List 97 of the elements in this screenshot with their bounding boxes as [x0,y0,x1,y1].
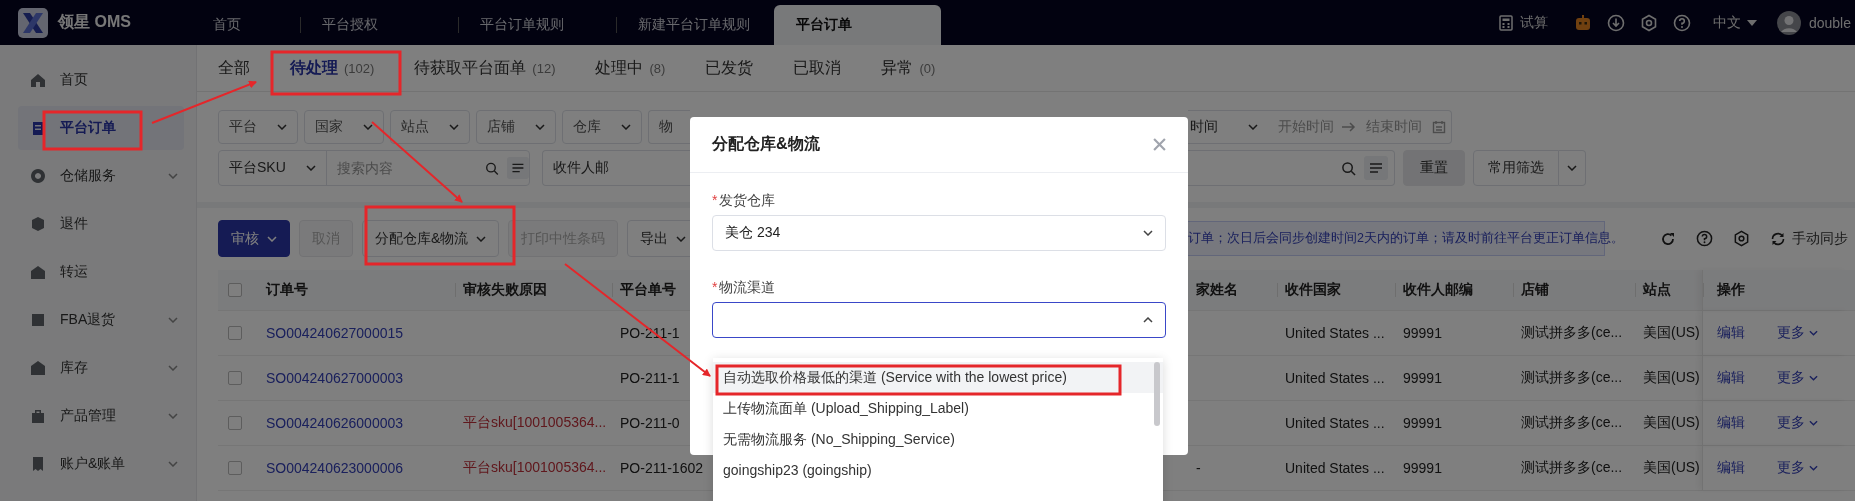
status-tab[interactable]: 异常 (0) [881,57,936,79]
more-link[interactable]: 更多 [1777,414,1805,432]
select-label: 站点 [401,118,429,136]
sidebar-item[interactable]: 平台订单 [18,106,184,150]
table-cell: 美国(US) [1643,459,1700,477]
action-button[interactable]: 导出 [627,220,690,257]
order-link[interactable]: SO004240623000006 [266,460,404,476]
sync-button[interactable]: 手动同步 [1792,229,1848,248]
dropdown-option[interactable]: 上传物流面单 (Upload_Shipping_Label) [713,393,1163,424]
action-button[interactable]: 审核 [218,220,290,257]
filter-select[interactable]: 国家 [304,110,384,144]
table-cell: 99991 [1403,460,1442,476]
dropdown-option[interactable]: 无需物流服务 (No_Shipping_Service) [713,424,1163,455]
column-header: 审核失败原因 [463,281,547,299]
sidebar-item[interactable]: 产品管理 [18,394,184,438]
nav-tab[interactable]: 首页 [190,5,300,45]
column-header: 操作 [1717,281,1745,299]
table-cell: 平台sku[1001005364... [463,414,607,432]
nav-tab[interactable]: 平台订单 [774,5,941,45]
order-link[interactable]: SO004240626000003 [266,415,404,431]
column-header: 站点 [1643,281,1671,299]
more-link[interactable]: 更多 [1777,324,1805,342]
sidebar-item[interactable]: 首页 [18,58,184,102]
column-header: 收件国家 [1285,281,1341,299]
nav-tab[interactable]: 新建平台订单规则 [616,5,774,45]
status-tab[interactable]: 已取消 [793,57,842,79]
status-tab[interactable]: 待获取平台面单 (12) [414,57,556,79]
calculator-link[interactable]: 试算 [1519,13,1548,32]
column-header: 店铺 [1521,281,1549,299]
table-cell: 美国(US) [1643,414,1700,432]
edit-link[interactable]: 编辑 [1717,369,1745,387]
more-link[interactable]: 更多 [1777,459,1805,477]
table-cell: United States ... [1285,415,1385,431]
order-link[interactable]: SO004240627000015 [266,325,404,341]
filter-select[interactable]: 站点 [390,110,470,144]
edit-link[interactable]: 编辑 [1717,459,1745,477]
sidebar-item[interactable]: 账户&账单 [18,442,184,486]
sidebar-item[interactable]: 转运 [18,250,184,294]
filter-select[interactable]: 仓库 [562,110,642,144]
table-cell: 99991 [1403,370,1442,386]
dropdown-option[interactable]: goingship23 (goingship) [713,455,1163,486]
table-cell: 测试拼多多(ce... [1521,324,1623,342]
sidebar-item[interactable]: FBA退货 [18,298,184,342]
table-cell: 测试拼多多(ce... [1521,414,1623,432]
table-cell: PO-211-0 [620,415,680,431]
table-cell: 平台sku[1001005364... [463,459,607,477]
sidebar-item[interactable]: 仓储服务 [18,154,184,198]
dropdown-option[interactable]: 自动选取价格最低的渠道 (Service with the lowest price) [713,362,1163,393]
field-label: *物流渠道 [712,278,777,297]
language-select[interactable]: 中文 [1712,13,1741,32]
table-cell: 测试拼多多(ce... [1521,369,1623,387]
select-field[interactable]: 美仓 234 [712,215,1166,251]
select-value: 美仓 234 [725,224,781,242]
more-link[interactable]: 更多 [1777,369,1805,387]
nav-tab[interactable]: 平台订单规则 [458,5,616,45]
status-tab[interactable]: 处理中 (8) [595,57,666,79]
sidebar-item[interactable]: 库存 [18,346,184,390]
table-cell: United States ... [1285,460,1385,476]
column-header: 订单号 [266,281,308,299]
modal-title: 分配仓库&物流 [712,134,820,154]
table-cell: 99991 [1403,415,1442,431]
search-type-select[interactable]: 平台SKU [219,151,328,185]
table-cell: 测试拼多多(ce... [1521,459,1623,477]
reset-button[interactable]: 重置 [1403,150,1465,186]
action-button[interactable]: 分配仓库&物流 [362,220,500,257]
app-name: 领星 OMS [58,12,131,32]
table-cell: - [1196,460,1201,476]
nav-tab[interactable]: 平台授权 [300,5,458,45]
notice-text: 订单；次日后会同步创建时间2天内的订单；请及时前往平台更正订单信息。 [1188,230,1624,247]
filter-select[interactable]: 平台 [218,110,298,144]
edit-link[interactable]: 编辑 [1717,414,1745,432]
table-cell: United States ... [1285,325,1385,341]
select-label: 平台 [229,118,257,136]
edit-link[interactable]: 编辑 [1717,324,1745,342]
table-cell: PO-211-1602 [620,460,703,476]
column-header: 平台单号 [620,281,676,299]
column-header: 收件人邮编 [1403,281,1473,299]
select-label: 店铺 [487,118,515,136]
column-header: 家姓名 [1196,281,1238,299]
sidebar-item[interactable]: 退件 [18,202,184,246]
filter-select[interactable]: 店铺 [476,110,556,144]
status-tab[interactable]: 全部 [218,57,250,79]
status-tab[interactable]: 待处理 (102) [290,57,375,79]
table-cell: PO-211-1 [620,370,680,386]
field-label: *发货仓库 [712,191,777,210]
user-name[interactable]: double [1808,14,1851,31]
table-cell: United States ... [1285,370,1385,386]
select-label: 仓库 [573,118,601,136]
table-cell: 美国(US) [1643,324,1700,342]
table-cell: 99991 [1403,325,1442,341]
table-cell: 美国(US) [1643,369,1700,387]
select-label: 平台SKU [229,159,286,177]
order-link[interactable]: SO004240627000003 [266,370,404,386]
filter-select[interactable]: 收件人邮 [542,150,690,186]
status-tab[interactable]: 已发货 [705,57,754,79]
saved-filters-button[interactable]: 常用筛选 [1473,150,1559,186]
select-label: 国家 [315,118,343,136]
